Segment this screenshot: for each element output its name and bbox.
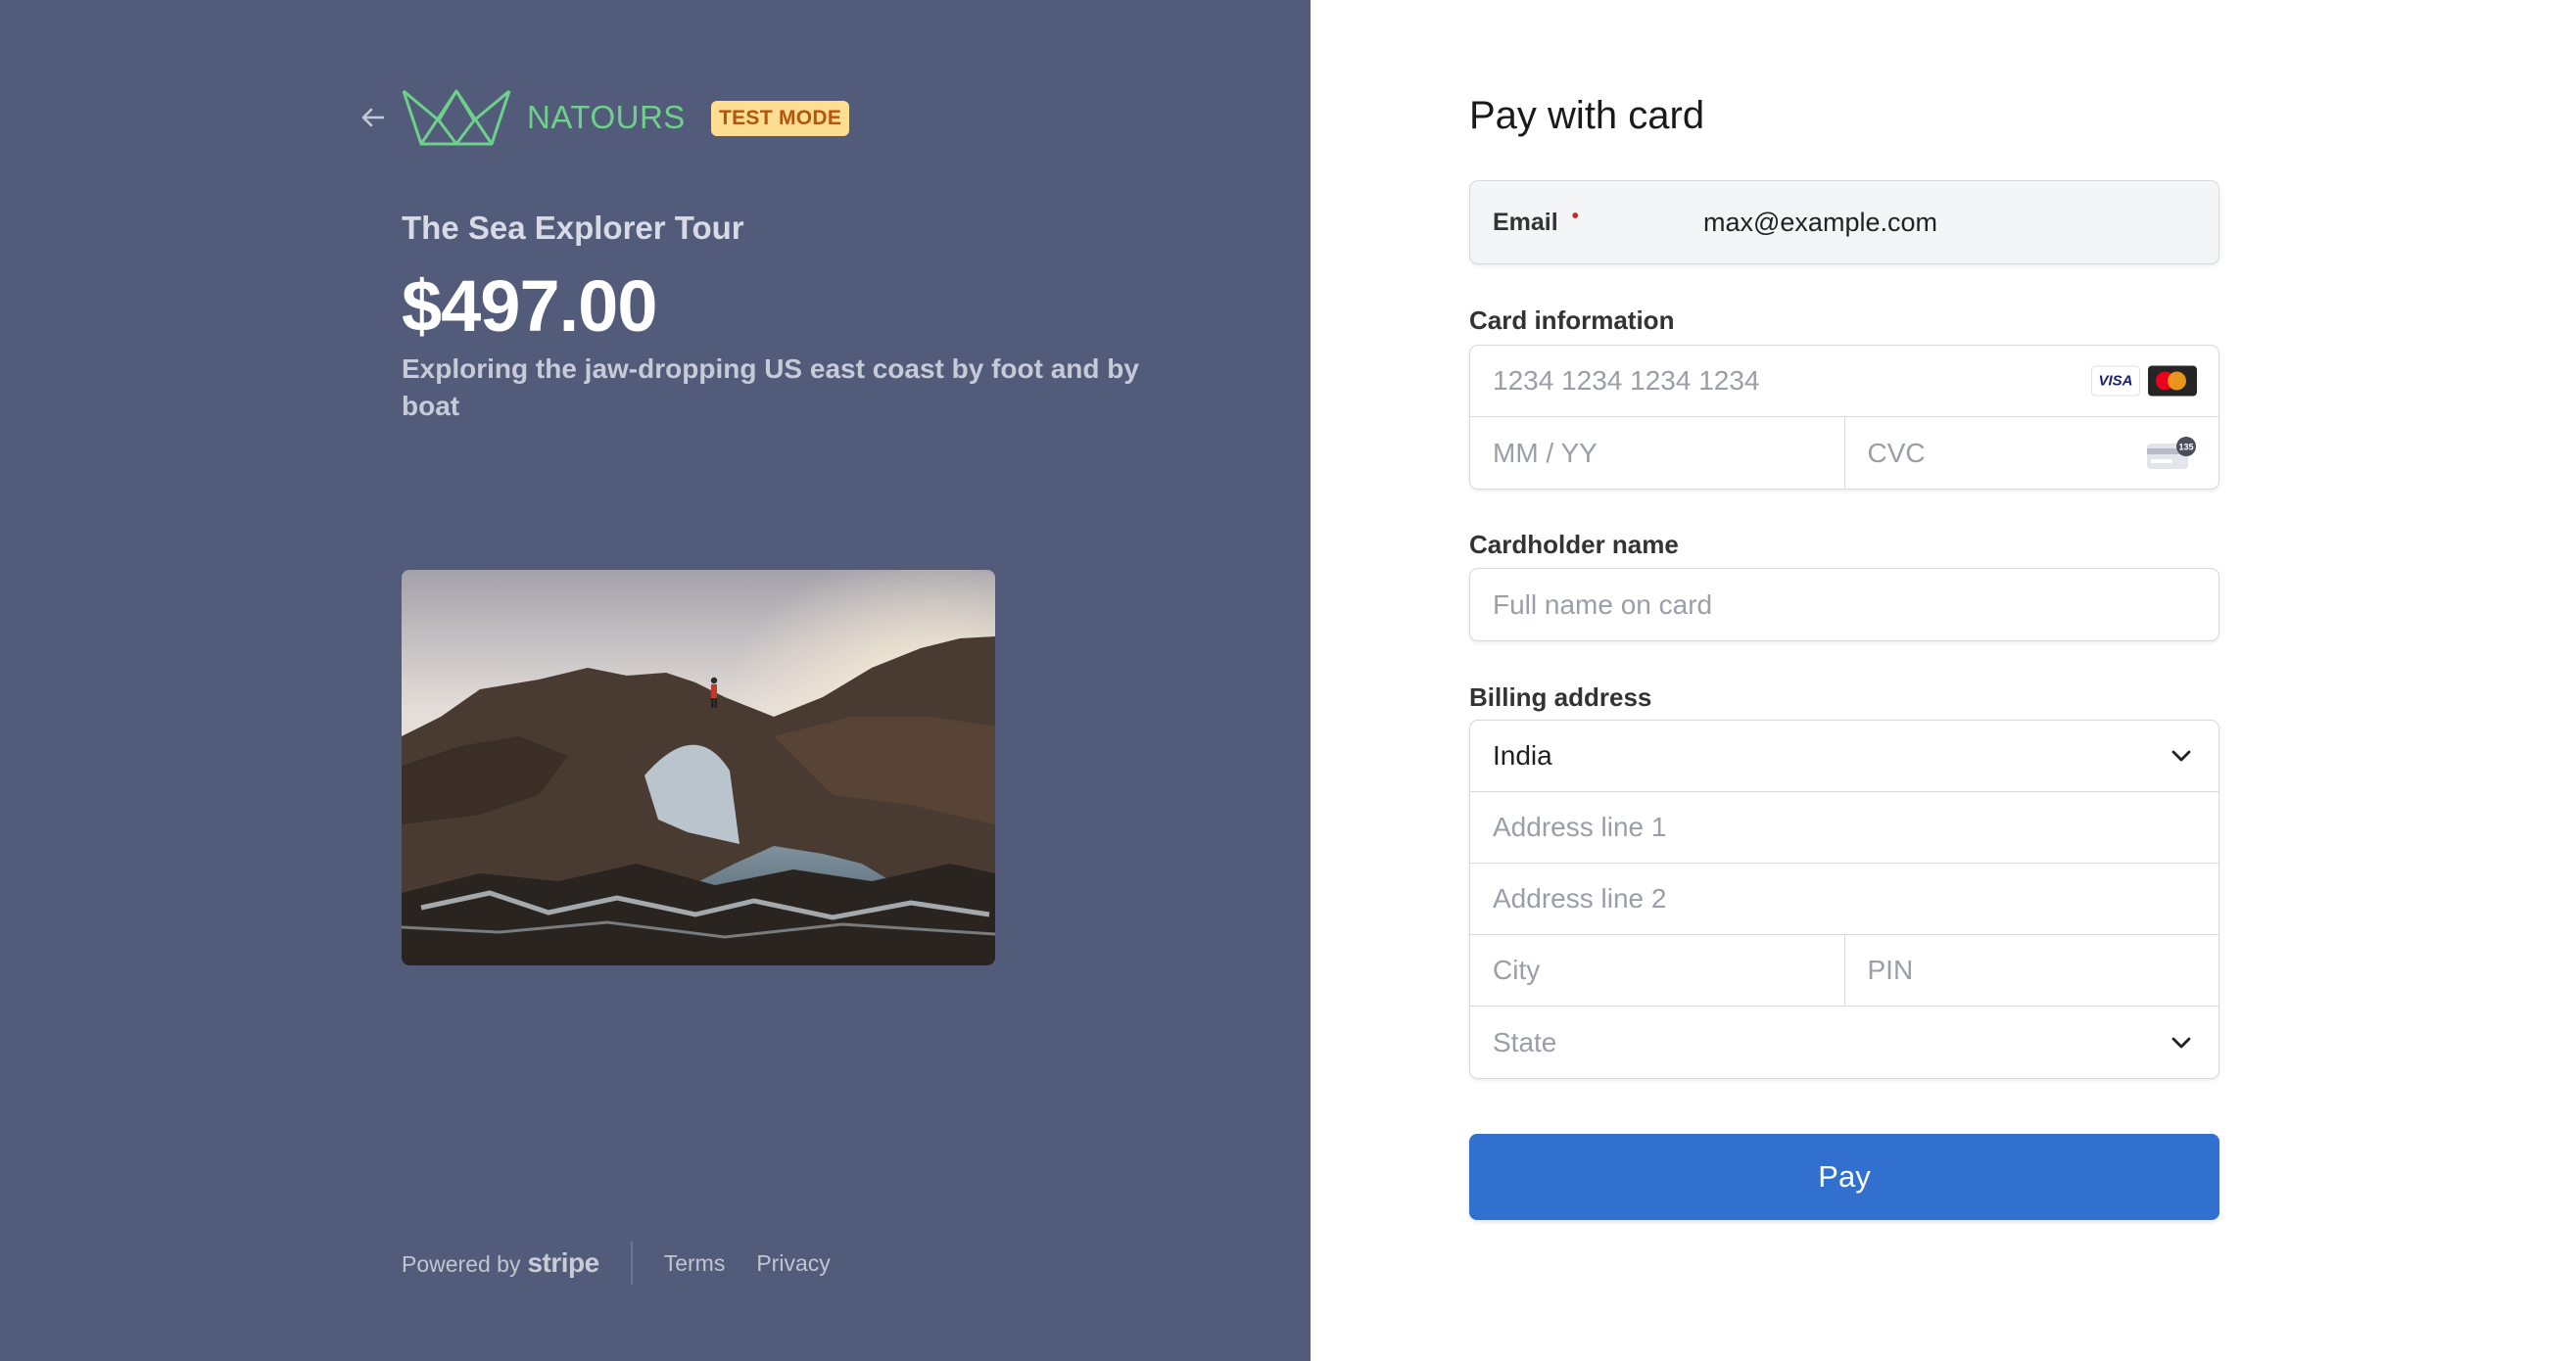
city-placeholder: City	[1493, 955, 1541, 985]
email-label: Email •	[1493, 205, 1703, 237]
email-label-text: Email	[1493, 208, 1558, 236]
cardholder-placeholder: Full name on card	[1493, 588, 1713, 620]
billing-address-group: India Address line 1 Address line 2 City…	[1469, 720, 2219, 1079]
state-placeholder: State	[1493, 1026, 1557, 1057]
chevron-down-icon	[2171, 1037, 2191, 1048]
natours-logo-icon	[402, 89, 511, 146]
address-line2-input[interactable]: Address line 2	[1470, 864, 2218, 934]
cardholder-name-input[interactable]: Full name on card	[1470, 569, 2218, 640]
email-value: max@example.com	[1703, 207, 1937, 237]
stripe-logo: stripe	[527, 1247, 599, 1278]
footer-divider	[630, 1242, 633, 1285]
tour-photo	[402, 570, 995, 965]
brand-name: NATOURS	[527, 99, 686, 135]
cvc-hint-text: 135	[2178, 442, 2193, 451]
visa-icon: VISA	[2091, 365, 2140, 397]
checkout-footer: Powered by stripe Terms Privacy	[402, 1242, 862, 1285]
expiry-input[interactable]: MM / YY	[1470, 417, 1844, 489]
card-number-input[interactable]: 1234 1234 1234 1234 VISA	[1470, 346, 2218, 416]
cardholder-label: Cardholder name	[1469, 530, 1679, 559]
city-input[interactable]: City	[1470, 935, 1844, 1006]
email-field[interactable]: Email • max@example.com	[1469, 180, 2219, 264]
billing-address-label: Billing address	[1469, 682, 1652, 712]
cardholder-group: Full name on card	[1469, 568, 2219, 641]
product-description: Exploring the jaw-dropping US east coast…	[402, 353, 1139, 421]
powered-by-label: Powered by	[402, 1251, 521, 1277]
order-summary-panel: NATOURS TEST MODE The Sea Explorer Tour …	[0, 0, 1311, 1361]
product-price: $497.00	[402, 265, 657, 347]
pin-placeholder: PIN	[1867, 955, 1914, 985]
country-value: India	[1493, 740, 1552, 771]
cvc-placeholder: CVC	[1867, 437, 1926, 468]
address-line1-input[interactable]: Address line 1	[1470, 792, 2218, 863]
expiry-placeholder: MM / YY	[1493, 437, 1598, 468]
pay-button[interactable]: Pay	[1469, 1134, 2219, 1220]
card-info-label: Card information	[1469, 305, 1675, 335]
required-indicator: •	[1571, 205, 1579, 227]
pin-input[interactable]: PIN	[1843, 935, 2219, 1006]
form-title: Pay with card	[1469, 94, 1705, 137]
powered-by-stripe[interactable]: Powered by stripe	[402, 1247, 599, 1279]
address-line2-placeholder: Address line 2	[1493, 883, 1667, 914]
chevron-down-icon	[2171, 750, 2191, 762]
cvc-input[interactable]: CVC 135	[1843, 417, 2219, 489]
card-number-placeholder: 1234 1234 1234 1234	[1493, 365, 1760, 396]
card-brand-icons: VISA	[2091, 365, 2197, 397]
privacy-link[interactable]: Privacy	[756, 1250, 830, 1277]
card-info-group: 1234 1234 1234 1234 VISA MM / YY CVC 135	[1469, 345, 2219, 490]
back-arrow-icon[interactable]	[357, 101, 390, 134]
country-select[interactable]: India	[1470, 721, 2218, 791]
cvc-card-icon: 135	[2147, 436, 2196, 469]
mastercard-icon	[2148, 365, 2197, 397]
state-select[interactable]: State	[1470, 1007, 2218, 1078]
address-line1-placeholder: Address line 1	[1493, 812, 1667, 842]
product-name: The Sea Explorer Tour	[402, 210, 744, 246]
test-mode-badge: TEST MODE	[711, 101, 850, 136]
terms-link[interactable]: Terms	[664, 1250, 726, 1277]
